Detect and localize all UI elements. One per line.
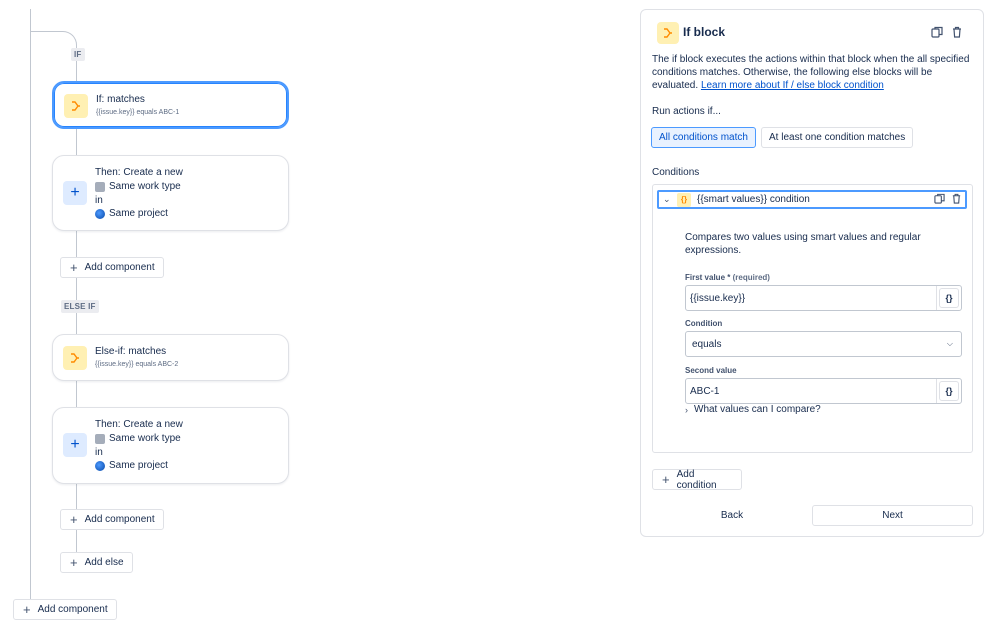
add-component-label: Add component bbox=[84, 514, 155, 525]
connector-line bbox=[76, 230, 77, 258]
work-type-icon bbox=[95, 181, 105, 192]
chevron-down-icon[interactable]: ⌄ bbox=[663, 194, 673, 205]
add-component-label: Add component bbox=[37, 604, 108, 615]
smart-values-icon: {} bbox=[677, 192, 691, 207]
add-component-button[interactable]: + Add component bbox=[13, 599, 117, 620]
what-values-expander[interactable]: › What values can I compare? bbox=[685, 404, 821, 415]
rule-flow-canvas: IF ELSE IF If: matches {{issue.key}} equ… bbox=[0, 0, 620, 630]
then-action-card[interactable]: + Then: Create a new Same work type in S… bbox=[52, 407, 289, 484]
first-value-label-text: First value bbox=[685, 273, 726, 282]
plus-icon: + bbox=[63, 433, 87, 457]
plus-icon: + bbox=[23, 602, 31, 617]
branch-icon bbox=[63, 346, 87, 370]
condition-select-value: equals bbox=[692, 338, 722, 350]
all-conditions-match-option[interactable]: All conditions match bbox=[651, 127, 756, 148]
add-else-button[interactable]: + Add else bbox=[60, 552, 133, 573]
condition-title: {{smart values}} condition bbox=[697, 194, 810, 205]
add-condition-label: Add condition bbox=[676, 468, 717, 491]
required-mark: * bbox=[727, 273, 731, 282]
project-icon bbox=[95, 208, 105, 219]
add-else-label: Add else bbox=[84, 557, 124, 568]
if-tag: IF bbox=[71, 48, 85, 61]
field-divider bbox=[936, 286, 937, 310]
action-title: Then: Create a new bbox=[95, 419, 183, 430]
work-type-text: Same work type bbox=[109, 433, 181, 444]
project-icon bbox=[95, 460, 105, 471]
what-values-text: What values can I compare? bbox=[694, 404, 821, 415]
work-type-line: Same work type bbox=[95, 433, 181, 444]
smart-values-icon[interactable]: {} bbox=[939, 381, 959, 401]
work-type-icon bbox=[95, 433, 105, 444]
condition-description: Compares two values using smart values a… bbox=[685, 232, 921, 256]
second-value-label: Second value bbox=[685, 366, 737, 375]
chevron-down-icon: ⌵ bbox=[946, 339, 953, 348]
project-text: Same project bbox=[109, 460, 168, 471]
if-card-title: If: matches bbox=[96, 94, 145, 105]
smart-values-icon[interactable]: {} bbox=[939, 288, 959, 308]
connector-line bbox=[76, 128, 77, 156]
connector-line bbox=[76, 381, 77, 408]
plus-icon: + bbox=[70, 555, 78, 570]
project-text: Same project bbox=[109, 208, 168, 219]
plus-icon: + bbox=[70, 512, 78, 527]
learn-more-link[interactable]: Learn more about If / else block conditi… bbox=[701, 80, 884, 91]
next-button[interactable]: Next bbox=[812, 505, 973, 526]
if-card-subtitle: {{issue.key}} equals ABC-1 bbox=[96, 109, 180, 116]
else-if-block-card[interactable]: Else-if: matches {{issue.key}} equals AB… bbox=[52, 334, 289, 381]
panel-description: The if block executes the actions within… bbox=[652, 53, 972, 92]
work-type-line: Same work type bbox=[95, 181, 181, 192]
second-value-text: ABC-1 bbox=[690, 385, 720, 397]
panel-title: If block bbox=[683, 25, 726, 39]
else-if-tag: ELSE IF bbox=[61, 300, 99, 313]
main-connector-line bbox=[30, 9, 31, 599]
branch-icon bbox=[64, 94, 88, 118]
else-if-card-subtitle: {{issue.key}} equals ABC-2 bbox=[95, 361, 179, 368]
add-condition-button[interactable]: + Add condition bbox=[652, 468, 742, 491]
add-component-button[interactable]: + Add component bbox=[60, 257, 164, 278]
first-value-input[interactable]: {{issue.key}} {} bbox=[685, 285, 962, 311]
connector-line bbox=[76, 58, 77, 82]
duplicate-icon[interactable] bbox=[934, 193, 945, 207]
plus-icon: + bbox=[662, 472, 670, 487]
field-divider bbox=[936, 379, 937, 403]
if-block-config-panel: If block The if block executes the actio… bbox=[640, 9, 984, 537]
condition-label: Condition bbox=[685, 319, 723, 328]
connector-line bbox=[76, 530, 77, 553]
add-component-label: Add component bbox=[84, 262, 155, 273]
trash-icon[interactable] bbox=[950, 25, 964, 39]
condition-select[interactable]: equals ⌵ bbox=[685, 331, 962, 357]
project-line: Same project bbox=[95, 208, 168, 219]
back-button[interactable]: Back bbox=[652, 505, 812, 526]
second-value-input[interactable]: ABC-1 {} bbox=[685, 378, 962, 404]
duplicate-icon[interactable] bbox=[930, 25, 944, 39]
chevron-right-icon: › bbox=[685, 404, 688, 415]
trash-icon[interactable] bbox=[951, 193, 962, 207]
first-value-text: {{issue.key}} bbox=[690, 292, 746, 304]
action-title: Then: Create a new bbox=[95, 167, 183, 178]
work-type-text: Same work type bbox=[109, 181, 181, 192]
connector-line bbox=[76, 483, 77, 510]
first-value-label: First value * (required) bbox=[685, 273, 770, 282]
project-line: Same project bbox=[95, 460, 168, 471]
else-if-card-title: Else-if: matches bbox=[95, 346, 167, 357]
run-actions-label: Run actions if... bbox=[652, 106, 721, 117]
condition-header[interactable]: ⌄ {} {{smart values}} condition bbox=[657, 190, 967, 209]
branch-icon bbox=[657, 22, 679, 44]
add-component-button[interactable]: + Add component bbox=[60, 509, 164, 530]
if-branch-connector bbox=[30, 31, 77, 51]
conditions-label: Conditions bbox=[652, 167, 700, 178]
at-least-one-condition-option[interactable]: At least one condition matches bbox=[761, 127, 914, 148]
condition-card: ⌄ {} {{smart values}} condition Compares… bbox=[652, 184, 973, 453]
plus-icon: + bbox=[63, 181, 87, 205]
plus-icon: + bbox=[70, 260, 78, 275]
required-text: (required) bbox=[732, 273, 770, 282]
if-block-card[interactable]: If: matches {{issue.key}} equals ABC-1 bbox=[52, 81, 289, 129]
in-text: in bbox=[95, 447, 103, 458]
in-text: in bbox=[95, 195, 103, 206]
then-action-card[interactable]: + Then: Create a new Same work type in S… bbox=[52, 155, 289, 231]
